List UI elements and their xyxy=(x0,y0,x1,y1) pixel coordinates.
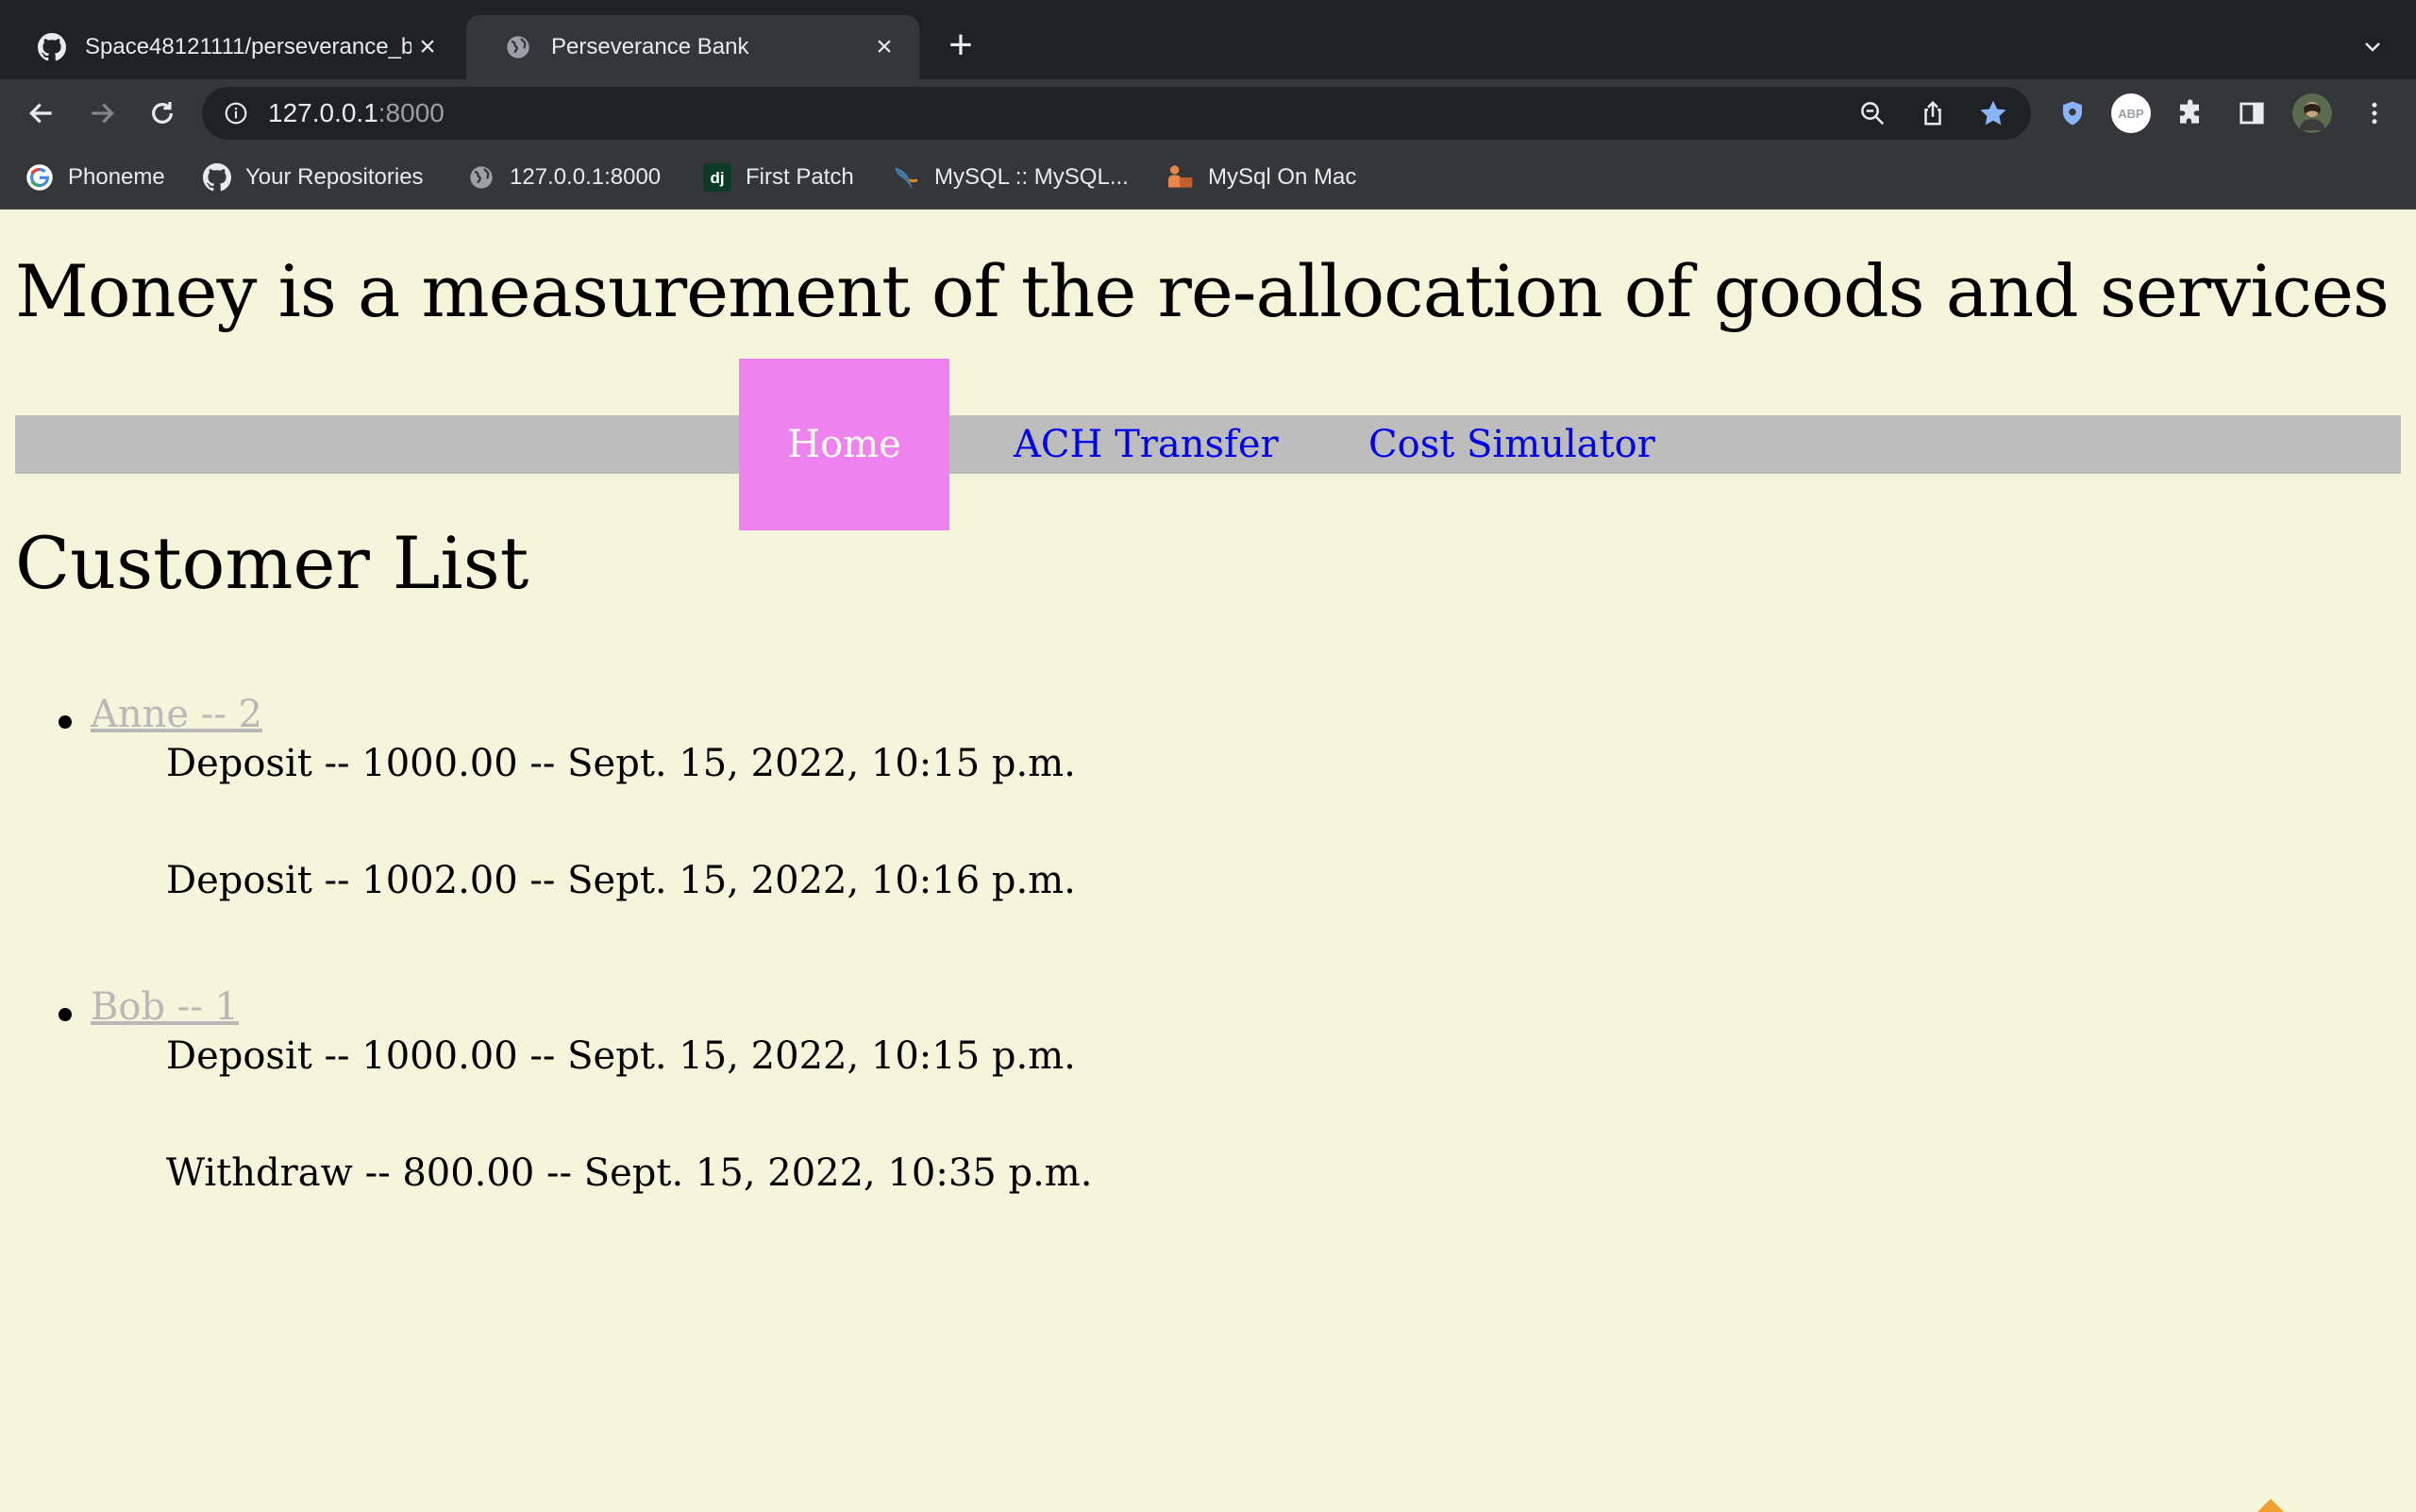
django-icon: dj xyxy=(702,162,732,193)
url-host: 127.0.0.1 xyxy=(268,98,378,127)
browser-toolbar: 127.0.0.1:8000 ABP xyxy=(0,79,2416,147)
reload-icon[interactable] xyxy=(142,92,183,134)
url-text: 127.0.0.1:8000 xyxy=(268,98,445,128)
nav-home-link[interactable]: Home xyxy=(739,359,949,530)
tab-perseverance-bank[interactable]: Perseverance Bank × xyxy=(466,15,919,79)
bookmark-label: First Patch xyxy=(746,164,854,190)
kebab-menu-icon[interactable] xyxy=(2354,92,2395,134)
bookmark-label: MySQL :: MySQL... xyxy=(934,164,1129,190)
back-arrow-icon[interactable] xyxy=(21,92,62,134)
chevron-down-icon[interactable] xyxy=(2354,28,2391,66)
site-title: Money is a measurement of the re-allocat… xyxy=(15,249,2390,333)
bookmark-label: MySql On Mac xyxy=(1208,164,1357,190)
svg-text:dj: dj xyxy=(710,169,724,187)
bookmark-phoneme[interactable]: Phoneme xyxy=(25,160,165,194)
mysql-mac-icon xyxy=(1165,162,1195,193)
page-body: Money is a measurement of the re-allocat… xyxy=(0,210,2416,1512)
share-icon[interactable] xyxy=(1916,96,1950,130)
close-icon[interactable]: × xyxy=(868,31,900,63)
zoom-icon[interactable] xyxy=(1855,96,1889,130)
transaction-entry: Deposit -- 1000.00 -- Sept. 15, 2022, 10… xyxy=(166,1034,1076,1078)
bookmark-star-icon[interactable] xyxy=(1976,96,2010,130)
svg-text:ABP: ABP xyxy=(2118,107,2144,121)
bookmark-localhost[interactable]: 127.0.0.1:8000 xyxy=(466,160,661,194)
adblock-plus-icon[interactable]: ABP xyxy=(2110,92,2152,134)
tab-github-repo[interactable]: Space48121111/perseverance_b × xyxy=(0,15,462,79)
forward-arrow-icon[interactable] xyxy=(81,92,123,134)
transaction-entry: Deposit -- 1002.00 -- Sept. 15, 2022, 10… xyxy=(166,859,1076,902)
bookmark-mysql-on-mac[interactable]: MySql On Mac xyxy=(1165,160,1356,194)
tab-title: Space48121111/perseverance_b xyxy=(85,34,411,59)
mysql-dolphin-icon xyxy=(891,162,921,193)
close-icon[interactable]: × xyxy=(411,31,444,63)
customer-link-anne[interactable]: Anne -- 2 xyxy=(91,693,262,736)
bullet-icon xyxy=(59,1008,72,1021)
customer-list-heading: Customer List xyxy=(15,521,529,605)
github-icon xyxy=(36,31,68,63)
new-tab-button[interactable]: + xyxy=(940,25,982,66)
transaction-entry: Withdraw -- 800.00 -- Sept. 15, 2022, 10… xyxy=(166,1151,1093,1195)
url-port: :8000 xyxy=(378,98,445,127)
shield-extension-icon[interactable] xyxy=(2052,92,2093,134)
nav-cost-simulator-link[interactable]: Cost Simulator xyxy=(1368,413,1655,476)
globe-icon xyxy=(502,31,534,63)
bookmark-label: 127.0.0.1:8000 xyxy=(510,164,662,190)
bookmark-first-patch[interactable]: dj First Patch xyxy=(702,160,854,194)
puzzle-extensions-icon[interactable] xyxy=(2171,92,2212,134)
bookmarks-bar: Phoneme Your Repositories 127.0.0.1:8000… xyxy=(0,147,2416,210)
google-icon xyxy=(25,162,55,193)
customer-link-bob[interactable]: Bob -- 1 xyxy=(91,985,239,1029)
bullet-icon xyxy=(59,715,72,729)
transaction-entry: Deposit -- 1000.00 -- Sept. 15, 2022, 10… xyxy=(166,742,1076,785)
profile-avatar[interactable] xyxy=(2291,92,2333,134)
bookmark-label: Your Repositories xyxy=(245,164,424,190)
nav-ach-transfer-link[interactable]: ACH Transfer xyxy=(1014,413,1279,476)
side-panel-icon[interactable] xyxy=(2231,92,2273,134)
github-icon xyxy=(202,162,232,193)
bookmark-your-repositories[interactable]: Your Repositories xyxy=(202,160,424,194)
info-icon[interactable] xyxy=(223,100,249,126)
globe-icon xyxy=(466,162,496,193)
bookmark-mysql[interactable]: MySQL :: MySQL... xyxy=(891,160,1129,194)
bookmark-label: Phoneme xyxy=(68,164,165,190)
tab-title: Perseverance Bank xyxy=(551,34,749,59)
tab-strip: Space48121111/perseverance_b × Persevera… xyxy=(0,0,2416,79)
address-bar[interactable]: 127.0.0.1:8000 xyxy=(202,87,2031,140)
